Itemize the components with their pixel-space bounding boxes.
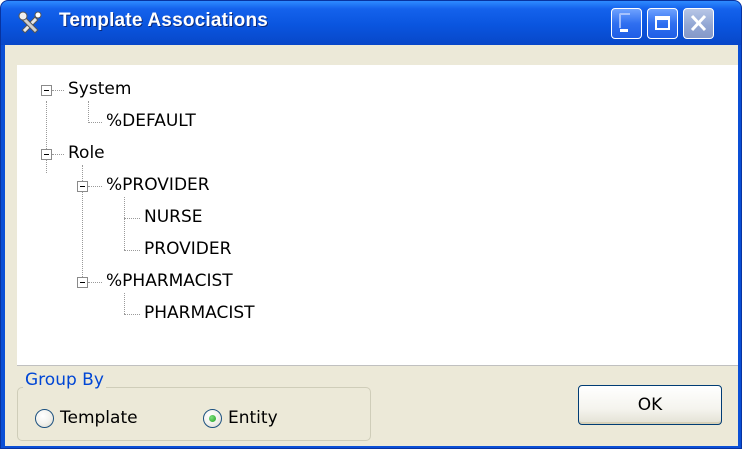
tree-node-provider[interactable]: PROVIDER (144, 239, 231, 259)
tree-connector (124, 293, 126, 314)
tree-node-pharmacist[interactable]: PHARMACIST (144, 303, 255, 323)
entity-radio-label[interactable]: Entity (228, 408, 278, 428)
tree-node-system[interactable]: System (68, 79, 131, 99)
minimize-button[interactable] (611, 8, 642, 39)
tree-connector (124, 314, 140, 316)
tree-connector (124, 197, 126, 250)
tree-node-provider-group[interactable]: %PROVIDER (106, 175, 210, 195)
group-by-title: Group By (23, 370, 106, 390)
tree-connector (88, 186, 102, 188)
tools-icon (17, 10, 45, 36)
entity-radio[interactable] (203, 409, 222, 428)
collapse-toggle-pharmacist-group[interactable] (77, 277, 88, 288)
maximize-button[interactable] (647, 8, 678, 39)
close-icon (690, 14, 707, 32)
tree-connector (52, 154, 64, 156)
tree-node-role[interactable]: Role (68, 143, 105, 163)
tree-connector (124, 250, 140, 252)
tree-connector (88, 282, 102, 284)
ok-button[interactable]: OK (578, 385, 722, 425)
collapse-toggle-provider-group[interactable] (77, 181, 88, 192)
template-radio-label[interactable]: Template (60, 408, 138, 428)
tree-connector (88, 122, 102, 124)
dialog-client-area: System %DEFAULT Role %PROVIDER NURSE PRO… (5, 45, 738, 446)
collapse-toggle-system[interactable] (41, 85, 52, 96)
association-tree[interactable]: System %DEFAULT Role %PROVIDER NURSE PRO… (17, 65, 738, 366)
maximize-icon (655, 16, 670, 30)
tree-node-nurse[interactable]: NURSE (144, 207, 203, 227)
tree-connector (52, 90, 64, 92)
template-radio[interactable] (35, 409, 54, 428)
minimize-icon (619, 13, 630, 28)
title-bar[interactable]: Template Associations (1, 1, 741, 45)
tree-connector (124, 218, 140, 220)
tree-connector (46, 101, 48, 173)
window-title: Template Associations (59, 10, 269, 31)
tree-node-pharmacist-group[interactable]: %PHARMACIST (106, 271, 233, 291)
collapse-toggle-role[interactable] (41, 149, 52, 160)
template-associations-window: Template Associations System %DEFAULT Ro… (0, 0, 742, 449)
tree-connector (88, 101, 90, 123)
tree-node-default[interactable]: %DEFAULT (106, 111, 196, 131)
close-button[interactable] (683, 8, 714, 39)
